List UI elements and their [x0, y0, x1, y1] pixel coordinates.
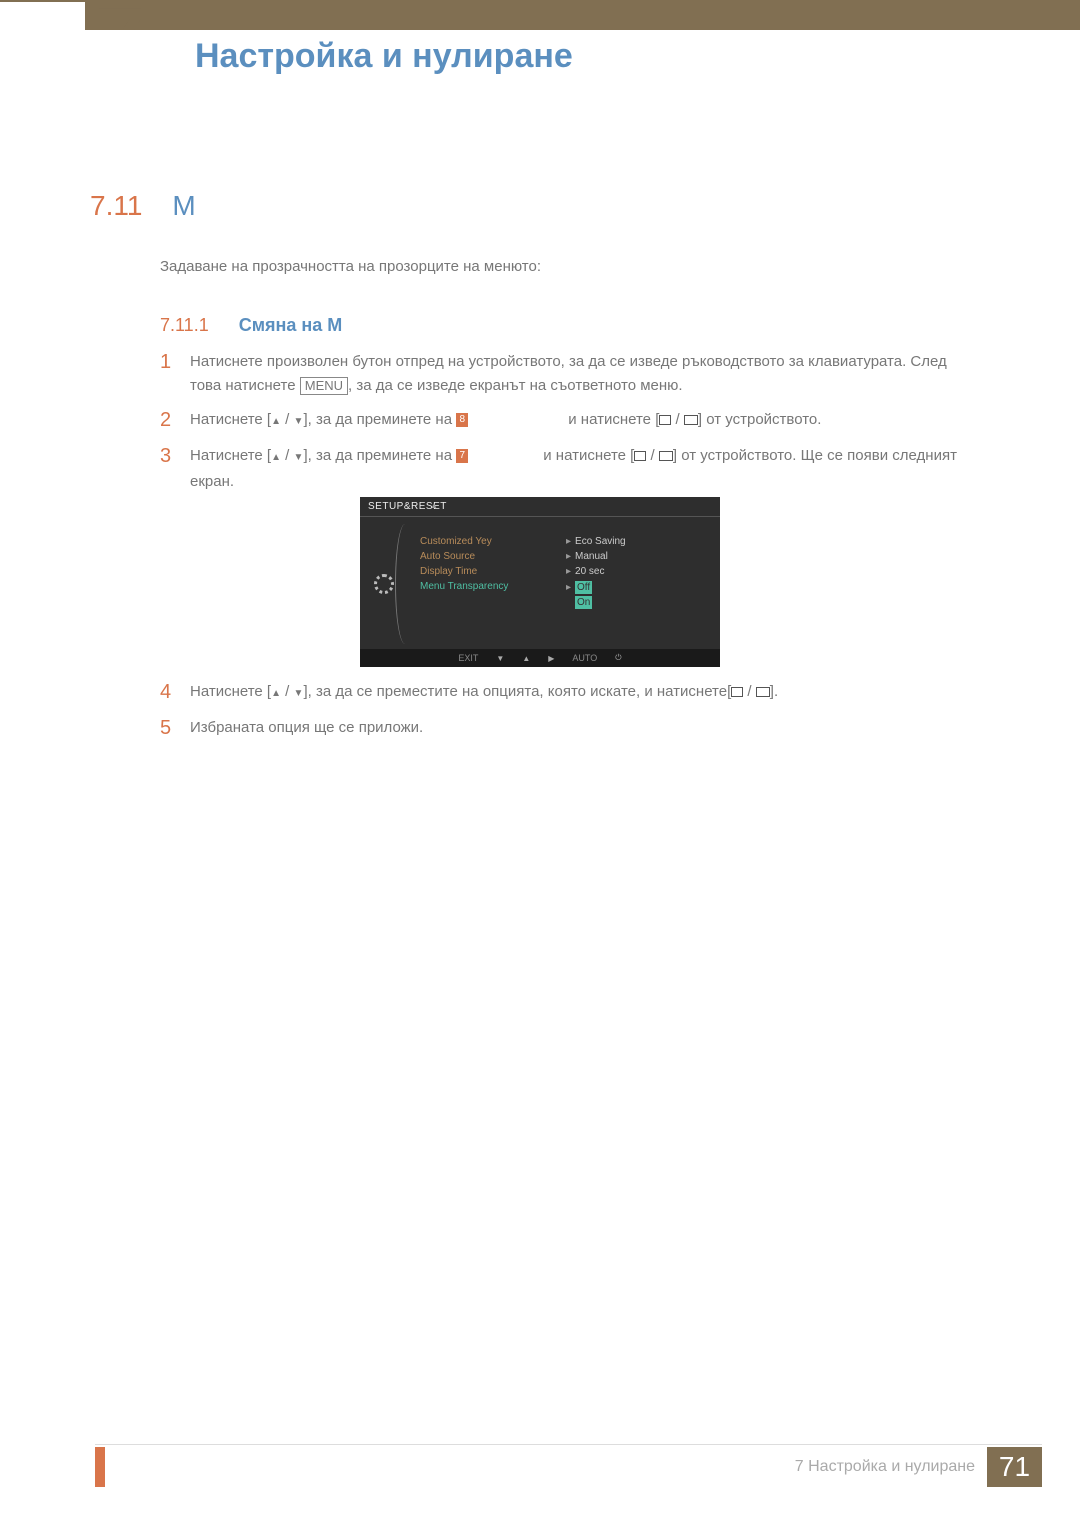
- step-2: 2 Натиснете [ / ], за да преминете на 8 …: [160, 408, 980, 434]
- osd-value: Eco Saving: [575, 536, 626, 547]
- osd-option-off: Off: [575, 581, 592, 594]
- osd-menu-list: Customized Yey Auto Source Display Time …: [410, 519, 560, 649]
- osd-value: 20 sec: [575, 566, 604, 577]
- step-4-text-a: Натиснете [: [190, 683, 271, 700]
- osd-exit-label: EXIT: [458, 653, 478, 663]
- step-3: 3 Натиснете [ / ], за да преминете на 7 …: [160, 444, 980, 494]
- step-3-text-b: ], за да преминете на: [303, 447, 456, 464]
- section-title: M: [172, 190, 195, 222]
- osd-footer: EXIT ▼ ▲ ▶ AUTO ⏻: [360, 649, 720, 667]
- triangle-down-icon: [294, 447, 304, 464]
- gear-icon: [374, 574, 394, 594]
- osd-values: ▸Eco Saving ▸Manual ▸20 sec ▸Off ▸On: [560, 519, 710, 649]
- osd-item-selected: Menu Transparency: [410, 579, 560, 594]
- page-footer: 7 Настройка и нулиране 71: [95, 1447, 1042, 1487]
- ref-glyph: 7: [456, 449, 468, 463]
- step-2-text-b: ], за да преминете на: [303, 411, 456, 428]
- top-bar: [85, 0, 1080, 30]
- footer-accent: [95, 1447, 105, 1487]
- rect-icon: [731, 687, 743, 697]
- step-2-text-a: Натиснете [: [190, 411, 271, 428]
- step-2-text-d: ] от устройството.: [698, 411, 822, 428]
- triangle-up-icon: [271, 447, 281, 464]
- enter-icon: [684, 415, 698, 425]
- osd-screenshot: SETUP&RESET ▲ Customized Yey Auto Source…: [360, 497, 720, 667]
- osd-option-on: On: [575, 596, 592, 609]
- osd-title: SETUP&RESET: [360, 497, 720, 516]
- osd-item: Display Time: [410, 564, 560, 579]
- power-icon: ⏻: [615, 653, 621, 663]
- step-4: 4 Натиснете [ / ], за да се преместите н…: [160, 680, 980, 706]
- enter-icon: [659, 451, 673, 461]
- menu-button-label: MENU: [300, 377, 348, 395]
- rect-icon: [634, 451, 646, 461]
- step-5: 5 Избраната опция ще се приложи.: [160, 716, 980, 740]
- footer-chapter-label: 7 Настройка и нулиране: [795, 1458, 975, 1476]
- rect-icon: [659, 415, 671, 425]
- chapter-title: Настройка и нулиране: [190, 35, 578, 78]
- osd-value: Manual: [575, 551, 608, 562]
- step-3-text-c: и натиснете [: [543, 447, 634, 464]
- intro-text: Задаване на прозрачността на прозорците …: [160, 258, 541, 275]
- triangle-up-icon: ▲: [522, 654, 530, 663]
- triangle-right-icon: ▶: [548, 654, 554, 663]
- page-number: 71: [987, 1447, 1042, 1487]
- osd-item: Auto Source: [410, 549, 560, 564]
- step-1-text-b: , за да се изведе екранът на съответното…: [348, 377, 683, 394]
- ref-glyph: 8: [456, 413, 468, 427]
- subsection-title: Смяна на M: [239, 315, 343, 336]
- step-4-text-c: ].: [770, 683, 778, 700]
- triangle-up-icon: [271, 411, 281, 428]
- enter-icon: [756, 687, 770, 697]
- osd-item: Customized Yey: [410, 534, 560, 549]
- step-5-text: Избраната опция ще се приложи.: [190, 716, 980, 740]
- step-4-text-b: ], за да се преместите на опцията, която…: [303, 683, 731, 700]
- subsection-number: 7.11.1: [160, 315, 209, 336]
- step-3-text-a: Натиснете [: [190, 447, 271, 464]
- step-2-text-c: и натиснете [: [568, 411, 659, 428]
- osd-auto-label: AUTO: [572, 653, 597, 663]
- triangle-down-icon: [294, 683, 304, 700]
- step-1: 1 Натиснете произволен бутон отпред на у…: [160, 350, 980, 398]
- triangle-down-icon: [294, 411, 304, 428]
- section-number: 7.11: [90, 190, 142, 222]
- triangle-up-icon: [271, 683, 281, 700]
- triangle-down-icon: ▼: [496, 654, 504, 663]
